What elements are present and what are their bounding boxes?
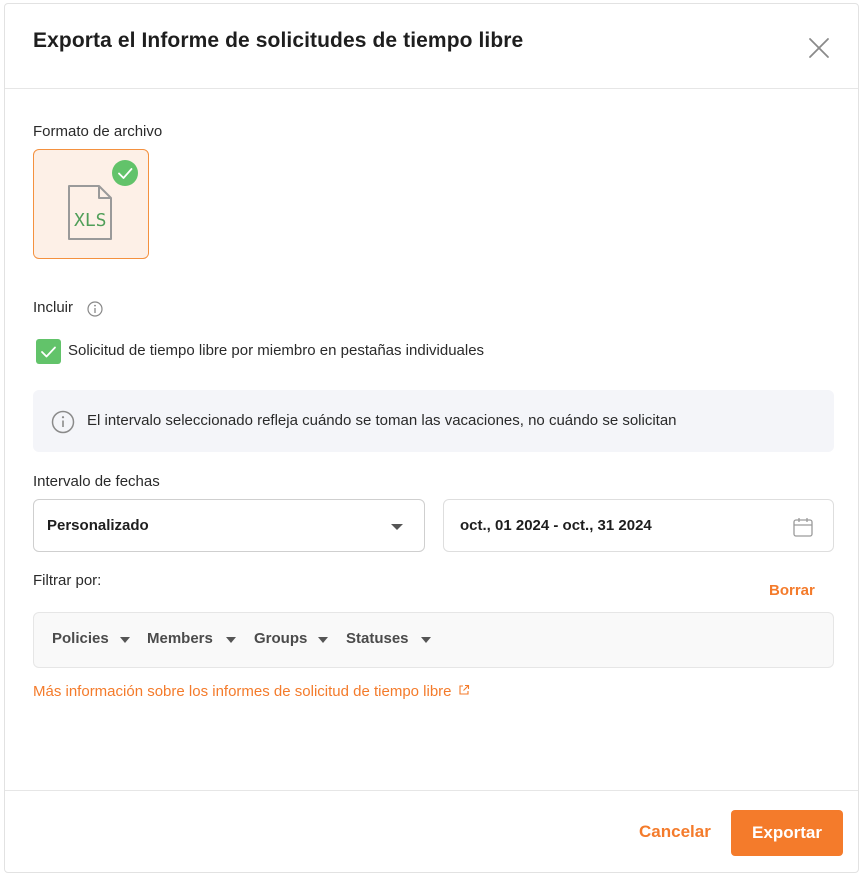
checkbox-check-icon <box>41 346 56 358</box>
filter-policies-label: Policies <box>52 630 109 647</box>
calendar-icon <box>793 518 813 537</box>
include-tabs-checkbox[interactable] <box>36 339 61 364</box>
date-range-preset-value: Personalizado <box>47 517 149 534</box>
chevron-down-icon <box>318 637 328 643</box>
file-format-xls-option[interactable]: XLS <box>33 149 149 259</box>
file-format-label: Formato de archivo <box>33 123 163 140</box>
close-icon <box>809 38 829 58</box>
export-button[interactable]: Exportar <box>731 810 843 856</box>
date-range-preset-select[interactable]: Personalizado <box>33 499 425 552</box>
more-info-link-text: Más información sobre los informes de so… <box>33 683 452 700</box>
filter-statuses[interactable]: Statuses <box>346 630 431 647</box>
cancel-button[interactable]: Cancelar <box>639 822 711 842</box>
close-button[interactable] <box>805 34 833 62</box>
info-notice-text: El intervalo seleccionado refleja cuándo… <box>87 412 677 429</box>
external-link-icon <box>458 684 469 695</box>
filter-statuses-label: Statuses <box>346 630 409 647</box>
dialog-footer: Cancelar Exportar <box>5 790 858 874</box>
chevron-down-icon <box>226 637 236 643</box>
filter-by-label: Filtrar por: <box>33 572 102 589</box>
clear-filters-button[interactable]: Borrar <box>769 582 815 599</box>
filter-groups-label: Groups <box>254 630 308 647</box>
date-range-picker[interactable]: oct., 01 2024 - oct., 31 2024 <box>443 499 834 552</box>
info-icon[interactable] <box>87 301 103 317</box>
chevron-down-icon <box>120 637 130 643</box>
filter-bar: Policies Members Groups Statuses <box>33 612 834 668</box>
file-format-name: XLS <box>74 210 107 231</box>
info-notice: El intervalo seleccionado refleja cuándo… <box>33 390 834 452</box>
dialog-header: Exporta el Informe de solicitudes de tie… <box>5 4 858 89</box>
more-info-link[interactable]: Más información sobre los informes de so… <box>33 683 470 700</box>
date-range-label: Intervalo de fechas <box>33 473 160 490</box>
export-dialog: Exporta el Informe de solicitudes de tie… <box>4 3 859 873</box>
filter-members-label: Members <box>147 630 213 647</box>
dialog-title: Exporta el Informe de solicitudes de tie… <box>33 29 524 52</box>
selected-check-badge <box>112 160 138 186</box>
check-icon <box>118 168 133 179</box>
info-circle-icon <box>51 410 75 434</box>
filter-groups[interactable]: Groups <box>254 630 328 647</box>
include-label: Incluir <box>33 299 74 316</box>
chevron-down-icon <box>421 637 431 643</box>
chevron-down-icon <box>391 524 403 530</box>
date-range-value: oct., 01 2024 - oct., 31 2024 <box>460 517 652 534</box>
filter-members[interactable]: Members <box>147 630 236 647</box>
filter-policies[interactable]: Policies <box>52 630 130 647</box>
include-tabs-label[interactable]: Solicitud de tiempo libre por miembro en… <box>68 342 484 359</box>
